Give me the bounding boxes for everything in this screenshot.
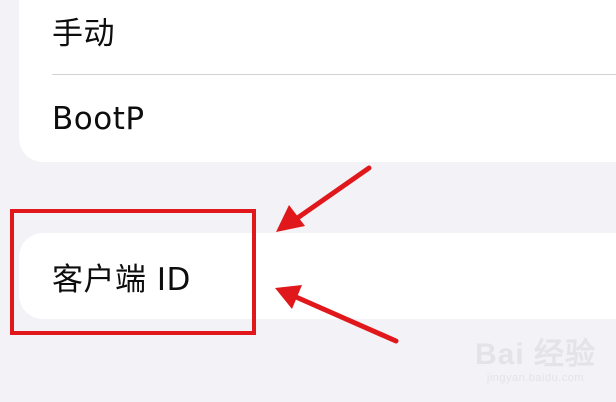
watermark-text: Bai 经验 [474, 338, 596, 371]
arrow-lower [275, 285, 399, 344]
watermark-subtext: jingyan.baidu.com [486, 372, 585, 384]
baidu-jingyan-watermark: Bai 经验 jingyan.baidu.com [475, 340, 596, 384]
arrow-upper [276, 165, 372, 232]
